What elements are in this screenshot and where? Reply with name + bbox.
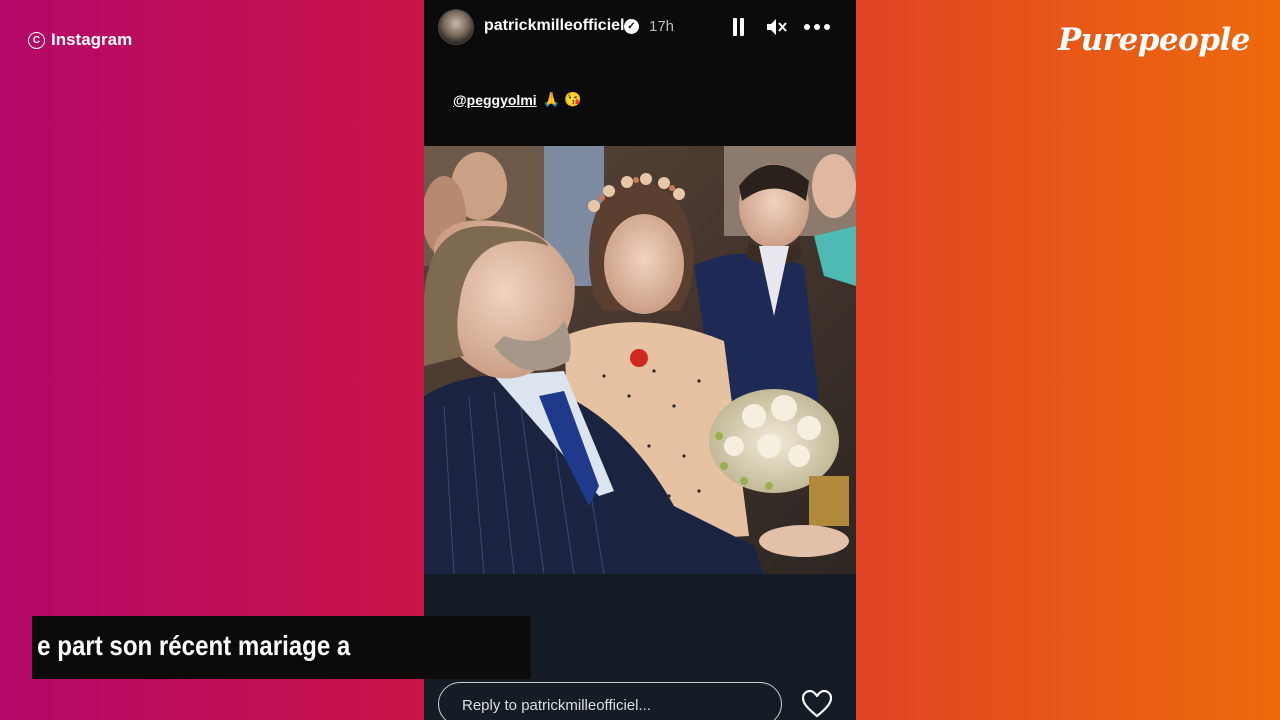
- story-username[interactable]: patrickmilleofficiel: [484, 17, 625, 35]
- reply-input[interactable]: Reply to patrickmilleofficiel...: [438, 682, 782, 720]
- video-caption: e part son récent mariage a: [32, 616, 531, 679]
- credit-text: Instagram: [51, 30, 133, 49]
- story-mention: @peggyolmi 🙏 😘: [453, 91, 581, 108]
- brand-logo: Purepeople: [1057, 22, 1251, 58]
- credit: C Instagram: [28, 30, 132, 50]
- mute-icon[interactable]: [764, 15, 788, 39]
- mention-handle[interactable]: @peggyolmi: [453, 92, 537, 108]
- instagram-story: patrickmilleofficiel ✓ 17h @peggyolmi 🙏 …: [424, 0, 856, 720]
- avatar[interactable]: [438, 9, 474, 45]
- heart-icon[interactable]: [802, 690, 832, 718]
- story-time: 17h: [649, 18, 675, 35]
- copyright-icon: C: [28, 31, 45, 49]
- pause-icon[interactable]: [732, 18, 746, 36]
- mention-emojis: 🙏 😘: [542, 91, 582, 107]
- story-header: patrickmilleofficiel ✓ 17h: [424, 0, 856, 56]
- more-icon[interactable]: [804, 24, 830, 30]
- story-photo: [424, 146, 856, 574]
- verified-badge-icon: ✓: [624, 19, 639, 34]
